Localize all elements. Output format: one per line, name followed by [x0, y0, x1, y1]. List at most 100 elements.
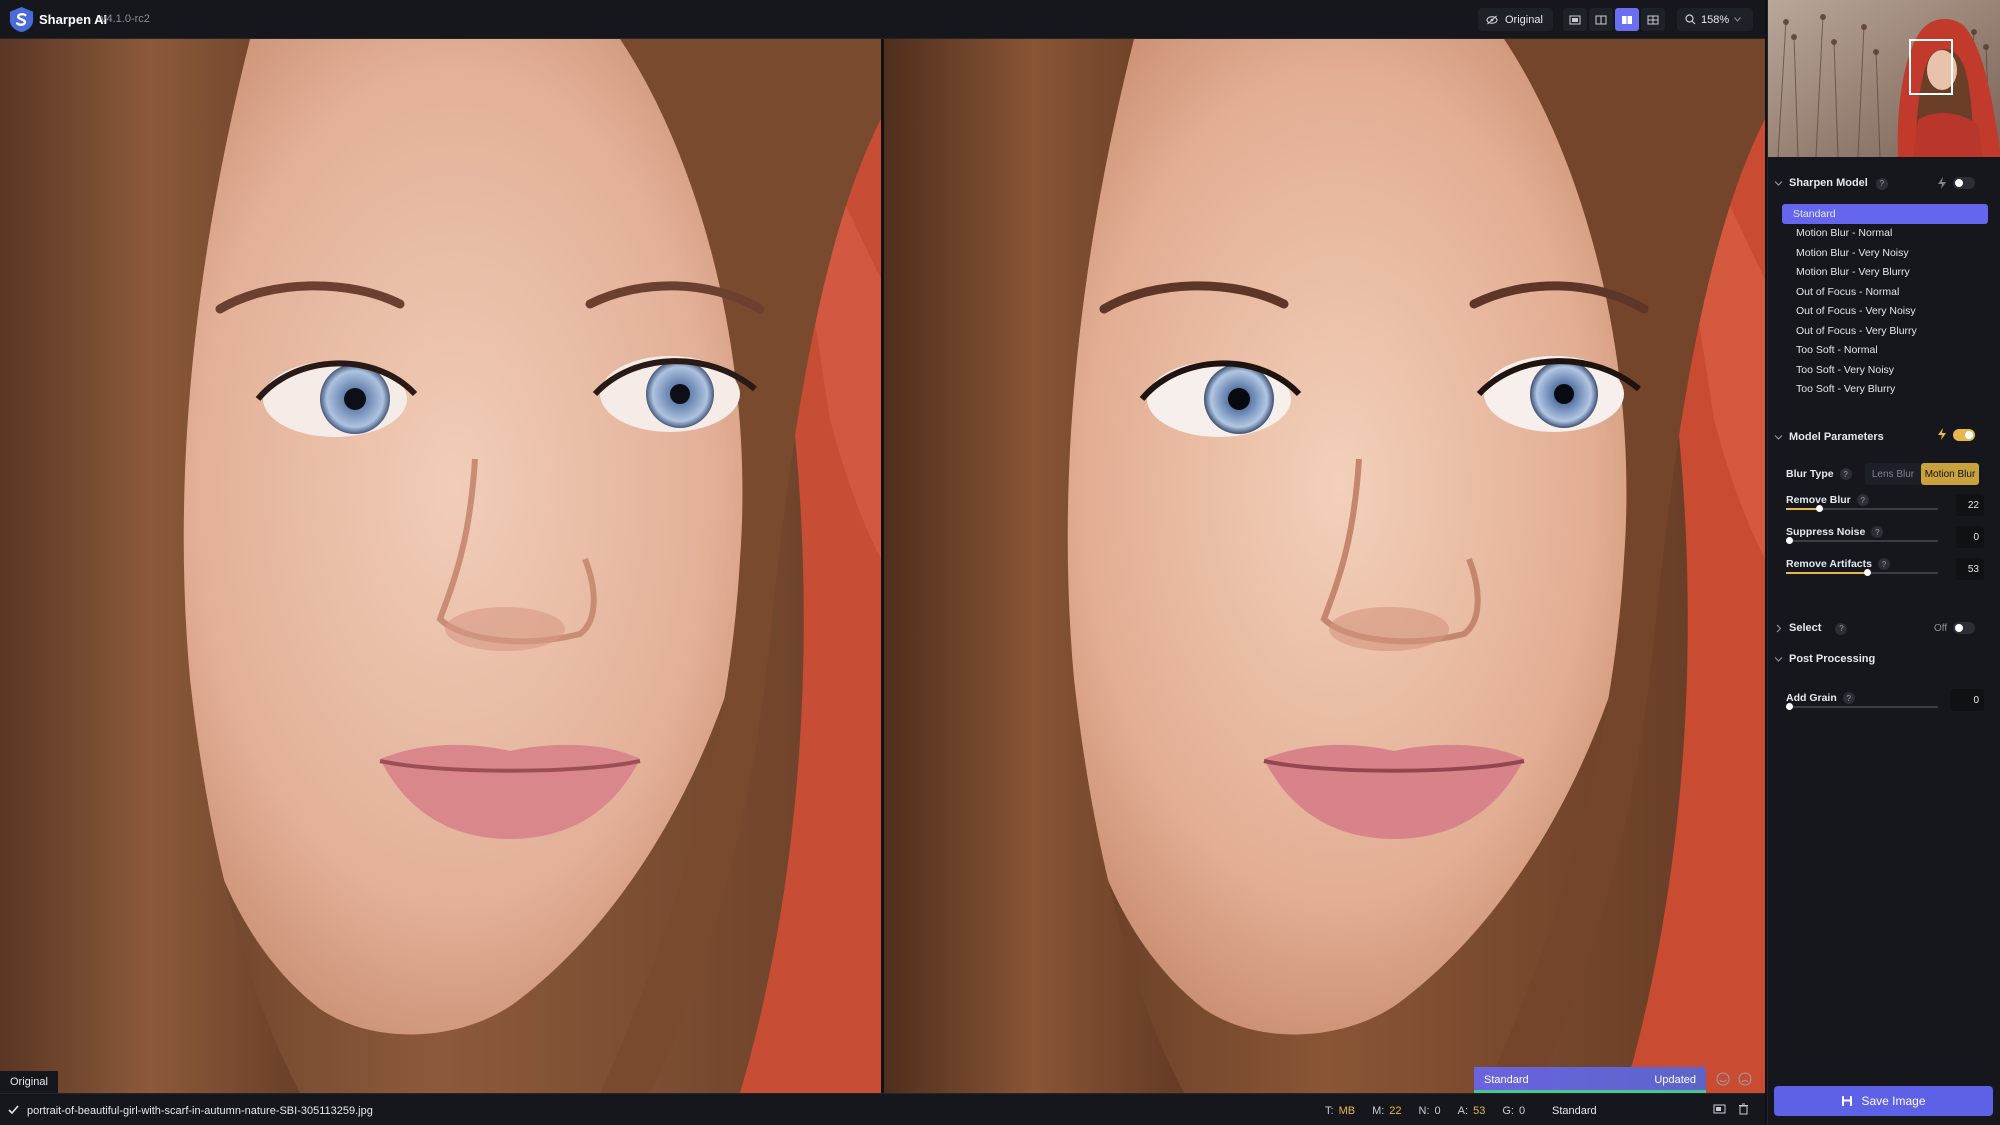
save-image-label: Save Image: [1861, 1094, 1926, 1108]
lens-blur-option[interactable]: Lens Blur: [1865, 463, 1921, 485]
zoom-dropdown[interactable]: 158%: [1677, 8, 1753, 31]
status-state: Updated: [1654, 1074, 1696, 1086]
view-mode-group: [1563, 8, 1665, 31]
add-grain-value[interactable]: 0: [1950, 689, 1984, 711]
blur-type-row: Blur Type? Lens Blur Motion Blur: [1786, 463, 1984, 485]
help-icon[interactable]: ?: [1856, 494, 1869, 507]
chevron-down-icon: [1774, 181, 1783, 186]
blur-type-segmented-control: Lens Blur Motion Blur: [1865, 463, 1979, 485]
thumbs-up-button[interactable]: [1714, 1070, 1732, 1088]
model-item-out-of-focus-normal[interactable]: Out of Focus - Normal: [1782, 282, 1988, 302]
split-view-icon: [1595, 15, 1607, 24]
remove-artifacts-label: Remove Artifacts?: [1786, 558, 1890, 571]
remove-artifacts-slider[interactable]: [1786, 569, 1938, 576]
chevron-down-icon: [1734, 17, 1742, 22]
preview-pane[interactable]: [884, 39, 1765, 1093]
stat-time: T: MB: [1325, 1105, 1356, 1117]
feedback-buttons: [1714, 1070, 1754, 1088]
help-icon[interactable]: ?: [1839, 468, 1852, 481]
sharpen-model-list: Standard Motion Blur - Normal Motion Blu…: [1782, 204, 1988, 399]
stat-artifacts: A: 53: [1457, 1105, 1486, 1117]
model-parameters-auto-toggle[interactable]: [1953, 429, 1975, 441]
sharpen-model-title: Sharpen Model?: [1789, 177, 1888, 190]
thumbs-down-button[interactable]: [1736, 1070, 1754, 1088]
single-view-button[interactable]: [1563, 8, 1587, 31]
trash-icon[interactable]: [1738, 1103, 1749, 1115]
help-icon[interactable]: ?: [1835, 622, 1848, 635]
auto-bolt-icon: [1938, 428, 1946, 440]
remove-artifacts-value[interactable]: 53: [1956, 558, 1984, 580]
select-header[interactable]: Select? Off: [1768, 616, 2000, 640]
suppress-noise-value[interactable]: 0: [1956, 526, 1984, 548]
stat-noise: N: 0: [1418, 1105, 1441, 1117]
processing-status-strip: Standard Updated: [1474, 1067, 1706, 1093]
app-title: Sharpen AI: [39, 12, 108, 27]
sharpen-model-auto-toggle[interactable]: [1953, 177, 1975, 189]
model-parameters-title: Model Parameters: [1789, 431, 1884, 443]
navigator-image: [1768, 0, 2000, 157]
eye-off-icon: [1486, 15, 1498, 24]
remove-blur-slider[interactable]: [1786, 505, 1938, 512]
chevron-down-icon: [1774, 657, 1783, 662]
model-item-motion-blur-very-noisy[interactable]: Motion Blur - Very Noisy: [1782, 243, 1988, 263]
model-item-too-soft-very-noisy[interactable]: Too Soft - Very Noisy: [1782, 360, 1988, 380]
quad-view-icon: [1647, 15, 1659, 24]
original-portrait-image: [0, 39, 881, 1093]
help-icon[interactable]: ?: [1871, 526, 1884, 539]
add-grain-slider[interactable]: [1786, 703, 1938, 710]
stat-motion: M: 22: [1372, 1105, 1402, 1117]
show-original-button[interactable]: Original: [1478, 8, 1553, 31]
model-item-motion-blur-very-blurry[interactable]: Motion Blur - Very Blurry: [1782, 263, 1988, 283]
checkmark-icon[interactable]: [7, 1103, 20, 1116]
preview-window-icon[interactable]: [1713, 1103, 1726, 1115]
remove-blur-value[interactable]: 22: [1956, 494, 1984, 516]
post-processing-header[interactable]: Post Processing: [1768, 647, 2000, 671]
single-view-icon: [1569, 15, 1581, 24]
status-model-name: Standard: [1484, 1074, 1529, 1086]
add-grain-label: Add Grain?: [1786, 692, 1855, 705]
help-icon[interactable]: ?: [1842, 692, 1855, 705]
model-item-out-of-focus-very-blurry[interactable]: Out of Focus - Very Blurry: [1782, 321, 1988, 341]
suppress-noise-slider[interactable]: [1786, 537, 1938, 544]
select-state-label: Off: [1934, 623, 1948, 634]
quad-view-button[interactable]: [1641, 8, 1665, 31]
stat-grain: G: 0: [1502, 1105, 1526, 1117]
chevron-right-icon: [1776, 624, 1782, 633]
original-pane-label: Original: [0, 1071, 58, 1093]
save-disk-icon: [1842, 1096, 1853, 1106]
side-by-side-view-icon: [1622, 15, 1632, 24]
navigator-thumbnail[interactable]: [1768, 0, 2000, 157]
remove-blur-label: Remove Blur?: [1786, 494, 1869, 507]
navigator-viewport-box[interactable]: [1909, 39, 1953, 95]
show-original-label: Original: [1505, 13, 1543, 26]
help-icon[interactable]: ?: [1875, 177, 1888, 190]
model-item-too-soft-very-blurry[interactable]: Too Soft - Very Blurry: [1782, 380, 1988, 400]
select-toggle[interactable]: [1953, 622, 1975, 634]
footer-model-name: Standard: [1552, 1105, 1597, 1117]
split-view-button[interactable]: [1589, 8, 1613, 31]
help-icon[interactable]: ?: [1877, 558, 1890, 571]
sharpened-portrait-image: [884, 39, 1765, 1093]
settings-panel: Sharpen Model? Standard Motion Blur - No…: [1767, 0, 2000, 1125]
sharpen-model-header[interactable]: Sharpen Model?: [1768, 171, 2000, 195]
zoom-level: 158%: [1701, 13, 1730, 26]
suppress-noise-label: Suppress Noise?: [1786, 526, 1884, 539]
original-pane[interactable]: Original: [0, 39, 881, 1093]
side-by-side-view-button[interactable]: [1615, 8, 1639, 31]
model-item-out-of-focus-very-noisy[interactable]: Out of Focus - Very Noisy: [1782, 302, 1988, 322]
model-item-too-soft-normal[interactable]: Too Soft - Normal: [1782, 341, 1988, 361]
status-bar: portrait-of-beautiful-girl-with-scarf-in…: [0, 1093, 1765, 1125]
zoom-icon: [1685, 14, 1696, 25]
model-parameters-header[interactable]: Model Parameters: [1768, 425, 2000, 449]
post-processing-title: Post Processing: [1789, 653, 1876, 665]
save-image-button[interactable]: Save Image: [1774, 1086, 1993, 1116]
image-viewer[interactable]: Original Standard Updated: [0, 39, 1765, 1093]
select-title: Select?: [1789, 622, 1848, 635]
model-item-standard[interactable]: Standard: [1782, 204, 1988, 224]
top-toolbar: Sharpen AI v4.1.0-rc2 Original 158%: [0, 0, 1765, 39]
model-item-motion-blur-normal[interactable]: Motion Blur - Normal: [1782, 224, 1988, 244]
sharpen-ai-window: Sharpen AI v4.1.0-rc2 Original 158% Orig…: [0, 0, 2000, 1125]
motion-blur-option[interactable]: Motion Blur: [1921, 463, 1979, 485]
settings-summary: T: MB M: 22 N: 0 A: 53 G: 0: [1325, 1105, 1525, 1117]
sharpen-ai-logo-icon: [9, 6, 34, 33]
